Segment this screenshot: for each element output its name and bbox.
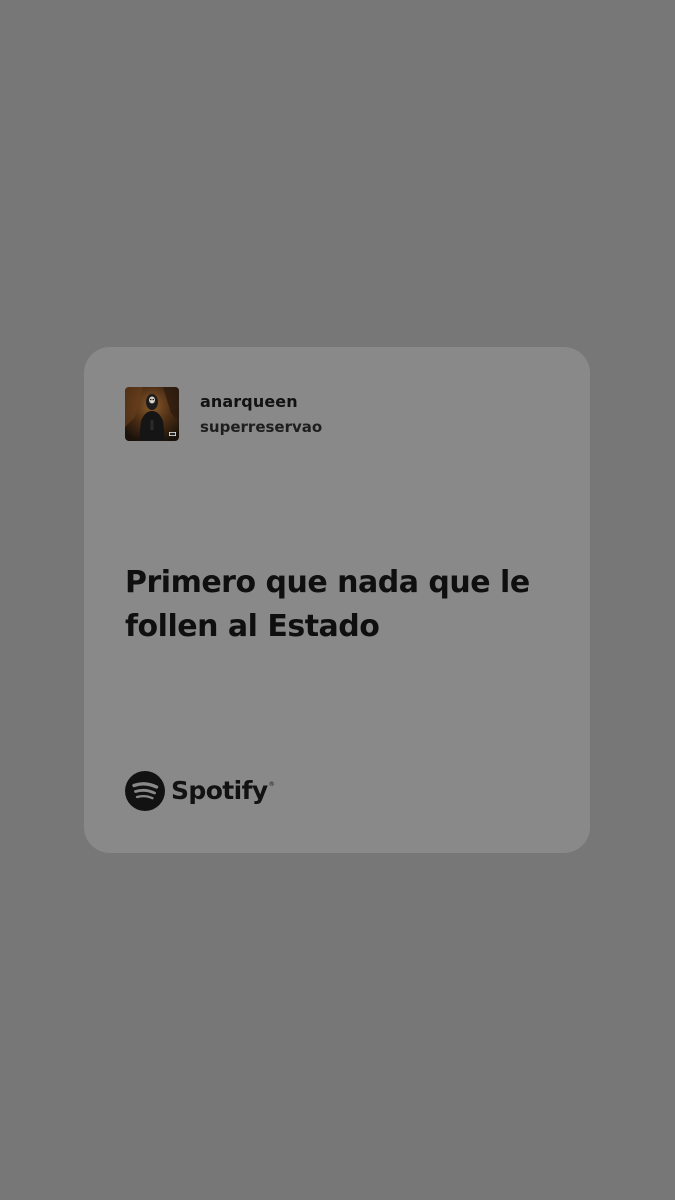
spotify-branding[interactable]: Spotify ® <box>125 771 275 811</box>
spotify-wordmark: Spotify <box>171 776 268 805</box>
album-art <box>125 387 179 441</box>
spotify-logo-icon <box>125 771 165 811</box>
lyrics-share-card[interactable]: anarqueen superreservao Primero que nada… <box>84 347 590 853</box>
track-artist: superreservao <box>200 417 323 436</box>
screen-background: anarqueen superreservao Primero que nada… <box>0 0 675 1200</box>
track-meta: anarqueen superreservao <box>200 392 322 437</box>
lyric-text: Primero que nada que le follen al Estado <box>125 565 530 644</box>
registered-mark: ® <box>268 781 275 788</box>
track-header: anarqueen superreservao <box>125 387 322 441</box>
track-title: anarqueen <box>200 391 298 411</box>
album-cover-image <box>125 387 179 441</box>
